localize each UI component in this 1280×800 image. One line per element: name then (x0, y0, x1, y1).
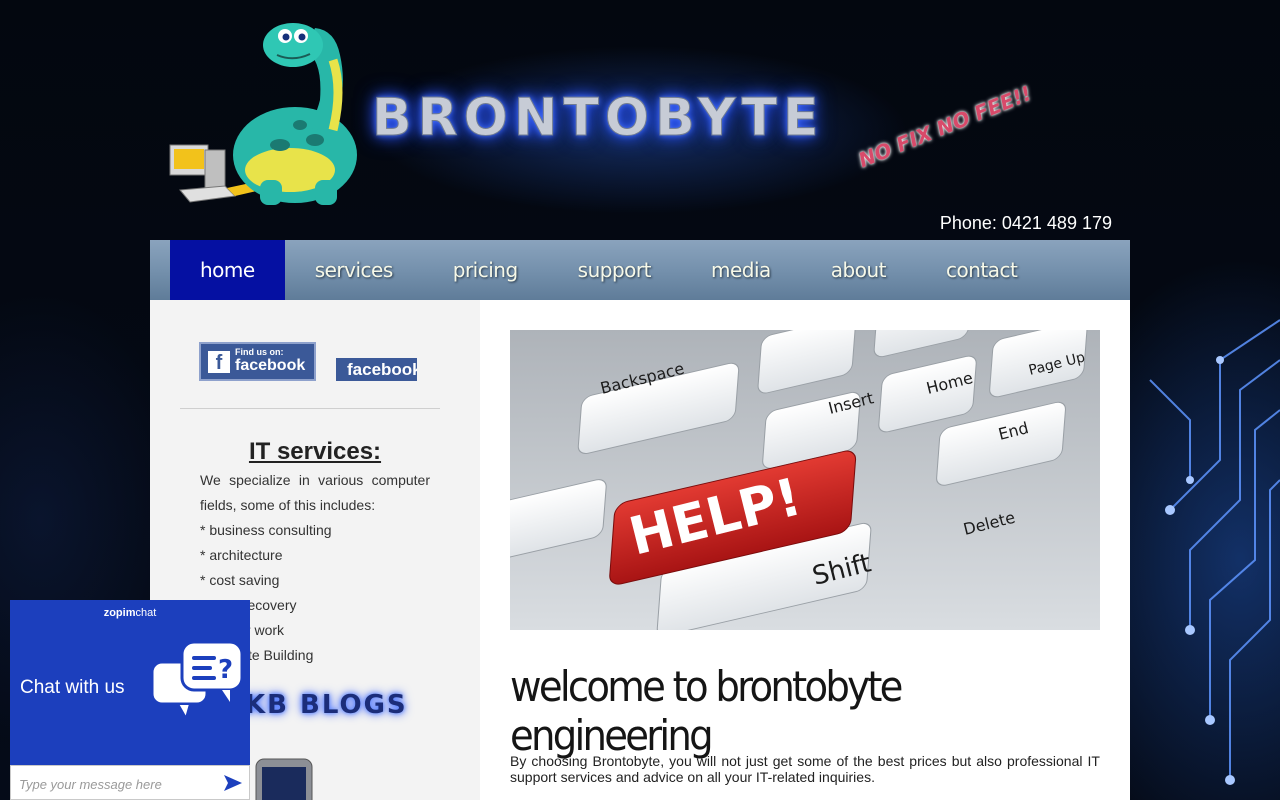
brand-wordmark[interactable]: BRONTOBYTE (372, 88, 825, 149)
send-icon[interactable] (223, 774, 243, 792)
sidebar-divider (180, 408, 440, 409)
nav-item-contact[interactable]: contact (916, 240, 1047, 300)
circuit-background-art (1149, 319, 1280, 785)
nav-item-about[interactable]: about (801, 240, 916, 300)
facebook-link[interactable]: facebook (336, 358, 417, 381)
help-keyboard-hero-image: Backspace Home Insert Page Up End Delete… (510, 330, 1100, 630)
kb-blogs-link[interactable]: KB BLOGS (245, 690, 408, 720)
smartphone-image[interactable] (248, 755, 318, 800)
dinosaur-logo-icon[interactable] (165, 10, 365, 210)
main-content: Backspace Home Insert Page Up End Delete… (480, 300, 1130, 800)
facebook-icon: f (208, 350, 230, 373)
nav-item-services[interactable]: services (285, 240, 423, 300)
nav-item-media[interactable]: media (681, 240, 801, 300)
chat-provider-brand: zopimchat (103, 607, 157, 619)
chat-bubble-icon[interactable]: ? (150, 640, 245, 725)
chat-with-us-label[interactable]: Chat with us (20, 677, 125, 699)
it-services-intro: We specialize in various computer fields… (200, 472, 430, 513)
facebook-badge-word: facebook (235, 356, 306, 374)
chat-message-input[interactable] (19, 773, 209, 795)
list-item: * business consulting (200, 522, 332, 538)
chat-input-bar (10, 765, 250, 800)
list-item: * cost saving (200, 572, 280, 588)
list-item: * architecture (200, 547, 283, 563)
welcome-intro-text: By choosing Brontobyte, you will not jus… (510, 753, 1100, 785)
svg-text:?: ? (218, 655, 233, 685)
chat-widget[interactable]: zopimchat Chat with us ? (10, 600, 250, 800)
main-nav: home services pricing support media abou… (150, 240, 1130, 300)
phone-number: Phone: 0421 489 179 (939, 213, 1112, 233)
site-header: BRONTOBYTE NO FIX NO FEE!! Phone: 0421 4… (150, 0, 1130, 240)
page-title: welcome to brontobyte engineering (510, 662, 903, 760)
nav-item-home[interactable]: home (170, 240, 285, 300)
nav-item-support[interactable]: support (548, 240, 681, 300)
it-services-heading: IT services: (248, 438, 382, 465)
tagline: NO FIX NO FEE!! (855, 81, 1035, 173)
nav-item-pricing[interactable]: pricing (423, 240, 548, 300)
facebook-find-us-badge[interactable]: f Find us on: facebook (199, 342, 316, 381)
